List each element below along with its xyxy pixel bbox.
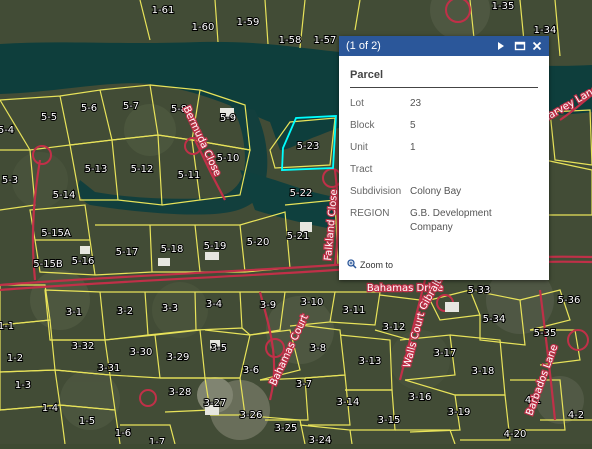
lot-label: 5-16: [72, 256, 95, 267]
attribute-row-subdivision: Subdivision Colony Bay: [350, 185, 528, 207]
lot-label: 3-16: [409, 392, 432, 403]
lot-label: 3-2: [117, 306, 133, 317]
lot-label: 3-1: [66, 307, 82, 318]
lot-label: 1-35: [492, 1, 515, 12]
lot-label: 3-10: [301, 297, 324, 308]
attribute-value: 1: [410, 142, 416, 153]
attribute-row-tract: Tract: [350, 163, 528, 185]
lot-label: 3-15: [378, 415, 401, 426]
popup-header: (1 of 2): [339, 36, 549, 56]
parcel-popup: (1 of 2) Parcel Lot 23 Block 5 Unit 1 Tract…: [339, 36, 549, 280]
lot-label: 3-30: [130, 347, 153, 358]
attribute-row-block: Block 5: [350, 119, 528, 141]
lot-label: 5-21: [287, 231, 310, 242]
lot-label: 4-2: [568, 410, 584, 421]
lot-label: 5-3: [2, 175, 18, 186]
lot-label: 5-19: [204, 241, 227, 252]
lot-label: 5-34: [483, 314, 506, 325]
lot-label: 5-14: [53, 190, 76, 201]
lot-label: 3-13: [359, 356, 382, 367]
lot-label: 1-2: [7, 353, 23, 364]
lot-label: 3-27: [204, 398, 227, 409]
lot-label: 1-7: [149, 437, 165, 444]
attribute-value: Colony Bay: [410, 186, 462, 197]
lot-label: 5-35: [534, 328, 557, 339]
lot-label: 3-18: [472, 366, 495, 377]
lot-label: 5-36: [558, 295, 581, 306]
attribute-key: Tract: [350, 164, 373, 175]
attribute-row-lot: Lot 23: [350, 97, 528, 119]
zoom-to-label: Zoom to: [360, 260, 394, 270]
lot-label: 1-5: [79, 416, 95, 427]
lot-label: 1-34: [534, 25, 557, 36]
lot-label: 3-11: [343, 305, 366, 316]
lot-label: 3-19: [448, 407, 471, 418]
lot-label: 5-4: [0, 125, 14, 136]
attribute-table: Lot 23 Block 5 Unit 1 Tract Subdivision Colo…: [350, 97, 528, 243]
lot-label: 5-13: [85, 164, 108, 175]
close-icon[interactable]: [530, 39, 544, 53]
lot-label: 3-26: [240, 410, 263, 421]
attribute-value: 23: [410, 98, 422, 109]
lot-label: 5-22: [290, 188, 313, 199]
lot-label: 3-7: [296, 379, 312, 390]
lot-label: 1-58: [279, 35, 302, 46]
next-feature-icon[interactable]: [494, 39, 508, 53]
attribute-value: G.B. Development Company: [410, 208, 492, 233]
lot-label: 1-61: [152, 5, 175, 16]
lot-label: 5-20: [247, 237, 270, 248]
lot-label: 1-1: [0, 321, 14, 332]
lot-label: 5-7: [123, 101, 139, 112]
lot-label: 3-25: [275, 423, 298, 434]
lot-label: 3-14: [337, 397, 360, 408]
lot-label: 5-12: [131, 164, 154, 175]
lot-label: 4-20: [504, 429, 527, 440]
lot-label: 3-28: [169, 387, 192, 398]
lot-label: 3-6: [243, 365, 259, 376]
lot-label: 3-3: [162, 303, 178, 314]
maximize-icon[interactable]: [513, 39, 527, 53]
lot-label: 3-5: [211, 343, 227, 354]
attribute-key: Lot: [350, 98, 364, 109]
lot-label: 5-23: [297, 141, 320, 152]
lot-label: 1-57: [314, 35, 337, 46]
lot-label: 3-4: [206, 299, 222, 310]
lot-label: 5-5: [41, 112, 57, 123]
lot-label: 5-10: [217, 153, 240, 164]
lot-label: 1-4: [42, 403, 58, 414]
lot-label: 1-59: [237, 17, 260, 28]
lot-label: 3-24: [309, 435, 332, 444]
attribute-value: 5: [410, 120, 416, 131]
lot-label: 3-12: [383, 322, 406, 333]
lot-label: 1-6: [115, 428, 131, 439]
attribute-row-region: REGION G.B. Development Company: [350, 207, 528, 243]
lot-label: 3-8: [310, 343, 326, 354]
attribute-key: Subdivision: [350, 186, 402, 197]
lot-label: 5-11: [178, 170, 201, 181]
attribute-row-unit: Unit 1: [350, 141, 528, 163]
lot-label: 1-3: [15, 380, 31, 391]
lot-label: 3-32: [72, 341, 95, 352]
popup-feature-counter: (1 of 2): [346, 40, 381, 52]
lot-label: 3-31: [98, 363, 121, 374]
lot-label: 5-33: [468, 285, 491, 296]
attribute-key: Unit: [350, 142, 368, 153]
lot-label: 5-17: [116, 247, 139, 258]
lot-label: 5-6: [81, 103, 97, 114]
lot-label: 5-15B: [33, 259, 63, 270]
zoom-icon: [347, 259, 357, 271]
lot-label: 3-9: [260, 300, 276, 311]
lot-label: 3-17: [434, 348, 457, 359]
popup-title: Parcel: [350, 69, 384, 81]
attribute-value: [410, 163, 528, 185]
attribute-key: REGION: [350, 208, 390, 219]
popup-divider: [350, 87, 538, 88]
lot-label: 5-15A: [41, 228, 71, 239]
lot-label: 3-29: [167, 352, 190, 363]
lot-label: 1-60: [192, 22, 215, 33]
attribute-key: Block: [350, 120, 375, 131]
zoom-to-link[interactable]: Zoom to: [347, 259, 393, 271]
lot-label: 5-9: [220, 113, 236, 124]
lot-label: 5-18: [161, 244, 184, 255]
